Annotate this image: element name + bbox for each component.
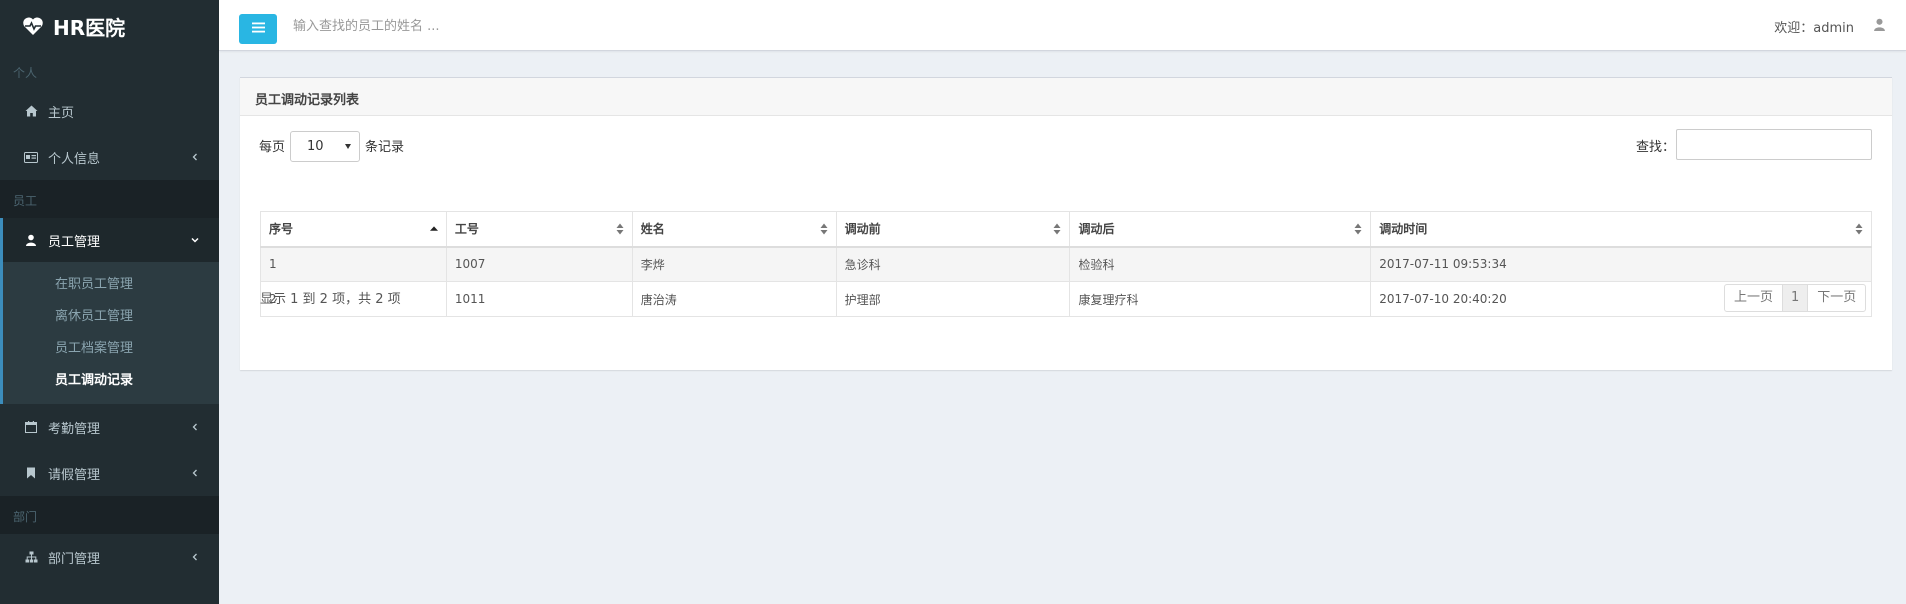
home-icon bbox=[24, 104, 38, 118]
chevron-left-icon bbox=[190, 552, 200, 562]
submenu-item-retired-employees[interactable]: 离休员工管理 bbox=[3, 298, 219, 330]
sidebar-item-label: 考勤管理 bbox=[48, 421, 101, 437]
chevron-left-icon bbox=[190, 468, 200, 478]
sidebar-item-attendance-mgmt[interactable]: 考勤管理 bbox=[0, 404, 219, 450]
sidebar-item-department-mgmt[interactable]: 部门管理 bbox=[0, 534, 219, 580]
table-cell: 唐治涛 bbox=[631, 281, 837, 317]
sidebar-item-label: 员工管理 bbox=[48, 234, 101, 250]
sidebar-item-label: 请假管理 bbox=[48, 467, 101, 483]
transfer-records-box: 员工调动记录列表 每页 10 条记录 查找： 序号 工号 姓名 调动前 调动后 … bbox=[240, 77, 1892, 370]
heartbeat-icon bbox=[22, 16, 44, 36]
sort-both-icon bbox=[1053, 223, 1061, 235]
table-cell: 李烨 bbox=[631, 246, 837, 282]
sidebar: HR医院 个人 主页 个人信息 员工 员工管理 在职员工管理 离休员工管理 员工… bbox=[0, 0, 219, 604]
sidebar-item-label: 部门管理 bbox=[48, 551, 101, 567]
table-cell: 1011 bbox=[445, 281, 633, 317]
table-controls: 每页 10 条记录 查找： bbox=[240, 116, 1892, 172]
submenu-item-active-employees[interactable]: 在职员工管理 bbox=[3, 266, 219, 298]
user-icon bbox=[24, 233, 38, 247]
page-length-select[interactable]: 10 bbox=[290, 131, 360, 162]
page-number-button[interactable]: 1 bbox=[1783, 285, 1809, 311]
id-card-icon bbox=[24, 150, 38, 164]
column-header-name[interactable]: 姓名 bbox=[631, 211, 837, 248]
table-row: 1 1007 李烨 急诊科 检验科 2017-07-11 09:53:34 bbox=[260, 246, 1872, 282]
sort-both-icon bbox=[616, 223, 624, 235]
section-header-personal: 个人 bbox=[0, 52, 219, 88]
top-header: 欢迎：admin bbox=[219, 0, 1906, 51]
chevron-down-icon bbox=[190, 235, 200, 245]
table-info-text: 显示 1 到 2 项，共 2 项 bbox=[260, 292, 401, 307]
table-search-input[interactable] bbox=[1676, 129, 1872, 160]
caret-down-icon bbox=[345, 144, 351, 149]
table-cell: 检验科 bbox=[1069, 246, 1372, 282]
section-header-employee: 员工 bbox=[0, 180, 219, 218]
chevron-left-icon bbox=[190, 152, 200, 162]
column-header-time[interactable]: 调动时间 bbox=[1370, 211, 1872, 248]
sidebar-item-label: 主页 bbox=[48, 105, 75, 121]
column-header-employee-id[interactable]: 工号 bbox=[445, 211, 633, 248]
bookmark-icon bbox=[24, 466, 38, 480]
table-search-label: 查找： bbox=[1636, 140, 1676, 155]
table-cell: 急诊科 bbox=[835, 246, 1071, 282]
pagination: 上一页 1 下一页 bbox=[1724, 284, 1867, 312]
welcome-text: 欢迎：admin bbox=[1774, 21, 1854, 36]
sidebar-item-personal-info[interactable]: 个人信息 bbox=[0, 134, 219, 180]
table-row: 2 1011 唐治涛 护理部 康复理疗科 2017-07-10 20:40:20 bbox=[260, 281, 1872, 317]
page-length-prefix: 每页 bbox=[259, 140, 286, 155]
submenu-item-transfer-records[interactable]: 员工调动记录 bbox=[3, 362, 219, 394]
column-header-before[interactable]: 调动前 bbox=[835, 211, 1071, 248]
employee-search-input[interactable] bbox=[293, 13, 693, 39]
page-length-suffix: 条记录 bbox=[365, 140, 405, 155]
user-menu-icon[interactable] bbox=[1873, 18, 1887, 32]
hamburger-icon bbox=[251, 22, 265, 37]
table-cell: 康复理疗科 bbox=[1069, 281, 1372, 317]
app-logo[interactable]: HR医院 bbox=[0, 0, 219, 52]
calendar-icon bbox=[24, 420, 38, 434]
sidebar-item-label: 个人信息 bbox=[48, 151, 101, 167]
sort-both-icon bbox=[820, 223, 828, 235]
employee-submenu: 在职员工管理 离休员工管理 员工档案管理 员工调动记录 bbox=[0, 262, 219, 404]
column-header-index[interactable]: 序号 bbox=[260, 211, 447, 248]
table-cell: 护理部 bbox=[835, 281, 1071, 317]
sort-both-icon bbox=[1855, 223, 1863, 235]
sidebar-item-employee-mgmt[interactable]: 员工管理 bbox=[0, 218, 219, 262]
next-page-button[interactable]: 下一页 bbox=[1808, 285, 1865, 311]
sort-asc-icon bbox=[429, 223, 438, 235]
page-length-value: 10 bbox=[307, 139, 324, 154]
sidebar-toggle-button[interactable] bbox=[239, 14, 277, 44]
box-title: 员工调动记录列表 bbox=[240, 78, 1892, 116]
table-header-row: 序号 工号 姓名 调动前 调动后 调动时间 bbox=[260, 211, 1872, 248]
column-header-after[interactable]: 调动后 bbox=[1069, 211, 1372, 248]
section-header-department: 部门 bbox=[0, 496, 219, 534]
sort-both-icon bbox=[1354, 223, 1362, 235]
table-cell: 1007 bbox=[445, 246, 633, 282]
chevron-left-icon bbox=[190, 422, 200, 432]
table-cell: 1 bbox=[260, 246, 447, 282]
sitemap-icon bbox=[24, 550, 38, 564]
app-title: HR医院 bbox=[53, 15, 126, 40]
submenu-item-employee-archives[interactable]: 员工档案管理 bbox=[3, 330, 219, 362]
sidebar-item-home[interactable]: 主页 bbox=[0, 88, 219, 134]
transfer-records-table: 序号 工号 姓名 调动前 调动后 调动时间 1 1007 李烨 急诊科 检验科 … bbox=[260, 211, 1872, 317]
table-cell: 2017-07-11 09:53:34 bbox=[1370, 246, 1872, 282]
previous-page-button[interactable]: 上一页 bbox=[1725, 285, 1784, 311]
sidebar-item-leave-mgmt[interactable]: 请假管理 bbox=[0, 450, 219, 496]
